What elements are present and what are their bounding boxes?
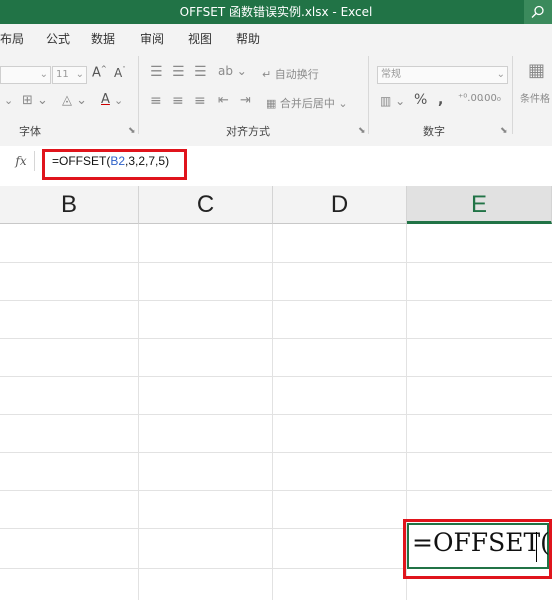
column-header-e[interactable]: E [407, 186, 552, 224]
chevron-down-icon: ⌄ [39, 69, 48, 80]
row-line [0, 300, 552, 301]
search-icon [531, 5, 544, 18]
shrink-font-icon[interactable]: Aˇ [114, 66, 126, 80]
menu-help[interactable]: 帮助 [236, 30, 260, 47]
row-line [0, 452, 552, 453]
menu-review[interactable]: 审阅 [140, 30, 164, 47]
dialog-launcher-icon[interactable]: ⬊ [500, 126, 508, 136]
number-group-label: 数字 [423, 125, 445, 138]
font-name-select[interactable]: ⌄ [0, 66, 51, 84]
separator [512, 56, 513, 134]
decrease-indent-icon[interactable]: ⇤ [218, 93, 229, 108]
align-center-icon[interactable]: ≡ [172, 93, 184, 109]
column-line [272, 224, 273, 600]
fill-color-icon[interactable]: ◬ ⌄ [62, 93, 87, 108]
align-left-icon[interactable]: ≡ [150, 93, 162, 109]
decrease-decimal-icon[interactable]: .00₀ [481, 93, 501, 104]
wrap-text-button[interactable]: ↵ 自动换行 [262, 66, 319, 82]
border-icon[interactable]: ⊞ ⌄ [22, 93, 48, 108]
chevron-down-icon[interactable]: ⌄ [4, 94, 13, 107]
separator [368, 56, 369, 134]
font-size-select[interactable]: 11 ⌄ [52, 66, 87, 84]
menu-data[interactable]: 数据 [91, 30, 115, 47]
merge-icon: ▦ [266, 97, 280, 110]
comma-style-icon[interactable]: , [438, 92, 443, 108]
number-format-value: 常规 [381, 69, 401, 80]
dialog-launcher-icon[interactable]: ⬊ [358, 126, 366, 136]
row-line [0, 490, 552, 491]
row-line [0, 262, 552, 263]
row-line [0, 338, 552, 339]
row-line [0, 376, 552, 377]
column-header-b[interactable]: B [0, 186, 139, 224]
conditional-format-icon[interactable]: ▦ [528, 60, 545, 81]
align-right-icon[interactable]: ≡ [194, 93, 206, 109]
orientation-icon[interactable]: ab ⌄ [218, 64, 247, 78]
fx-icon[interactable]: fx [8, 151, 35, 171]
wrap-text-label: 自动换行 [274, 68, 319, 81]
increase-decimal-icon[interactable]: ⁺⁰.00 [458, 93, 483, 104]
align-bottom-icon[interactable]: ☰ [194, 64, 207, 80]
column-header-c[interactable]: C [139, 186, 273, 224]
separator [138, 56, 139, 134]
menu-layout[interactable]: 布局 [0, 30, 24, 47]
ribbon: ⌄ 11 ⌄ A^ Aˇ ⌄ ⊞ ⌄ ◬ ⌄ A ⌄ 字体 ⬊ ☰ ☰ ☰ ab … [0, 50, 552, 147]
number-format-select[interactable]: 常规 ⌄ [377, 66, 508, 84]
font-group-label: 字体 [19, 125, 41, 138]
title-bar: OFFSET 函数错误实例.xlsx - Excel [0, 0, 552, 24]
cell-highlight-box [403, 519, 552, 579]
formula-highlight-box [42, 149, 187, 180]
menu-view[interactable]: 视图 [188, 30, 212, 47]
dialog-launcher-icon[interactable]: ⬊ [128, 126, 136, 136]
increase-indent-icon[interactable]: ⇥ [240, 93, 251, 108]
alignment-group-label: 对齐方式 [226, 125, 270, 138]
chevron-down-icon: ⌄ [496, 69, 505, 80]
merge-center-label: 合并后居中 [279, 97, 335, 110]
row-line [0, 414, 552, 415]
percent-button[interactable]: % [414, 92, 427, 108]
menu-formulas[interactable]: 公式 [46, 30, 70, 47]
column-header-d[interactable]: D [273, 186, 407, 224]
wrap-text-icon: ↵ [262, 68, 275, 81]
search-button[interactable] [524, 0, 552, 24]
font-size-value: 11 [56, 69, 69, 80]
align-top-icon[interactable]: ☰ [150, 64, 163, 80]
merge-center-button[interactable]: ▦ 合并后居中 ⌄ [266, 95, 348, 111]
accounting-format-icon[interactable]: ▥ ⌄ [380, 94, 405, 108]
font-color-icon[interactable]: A [101, 92, 110, 107]
column-line [138, 224, 139, 600]
chevron-down-icon: ⌄ [334, 97, 348, 110]
chevron-down-icon: ⌄ [75, 69, 84, 80]
conditional-format-label[interactable]: 条件格 [520, 90, 550, 105]
grow-font-icon[interactable]: A^ [92, 65, 107, 80]
chevron-down-icon[interactable]: ⌄ [114, 94, 123, 107]
align-middle-icon[interactable]: ☰ [172, 64, 185, 80]
menu-bar: 布局 公式 数据 审阅 视图 帮助 [0, 24, 552, 50]
window-title: OFFSET 函数错误实例.xlsx - Excel [179, 5, 373, 19]
